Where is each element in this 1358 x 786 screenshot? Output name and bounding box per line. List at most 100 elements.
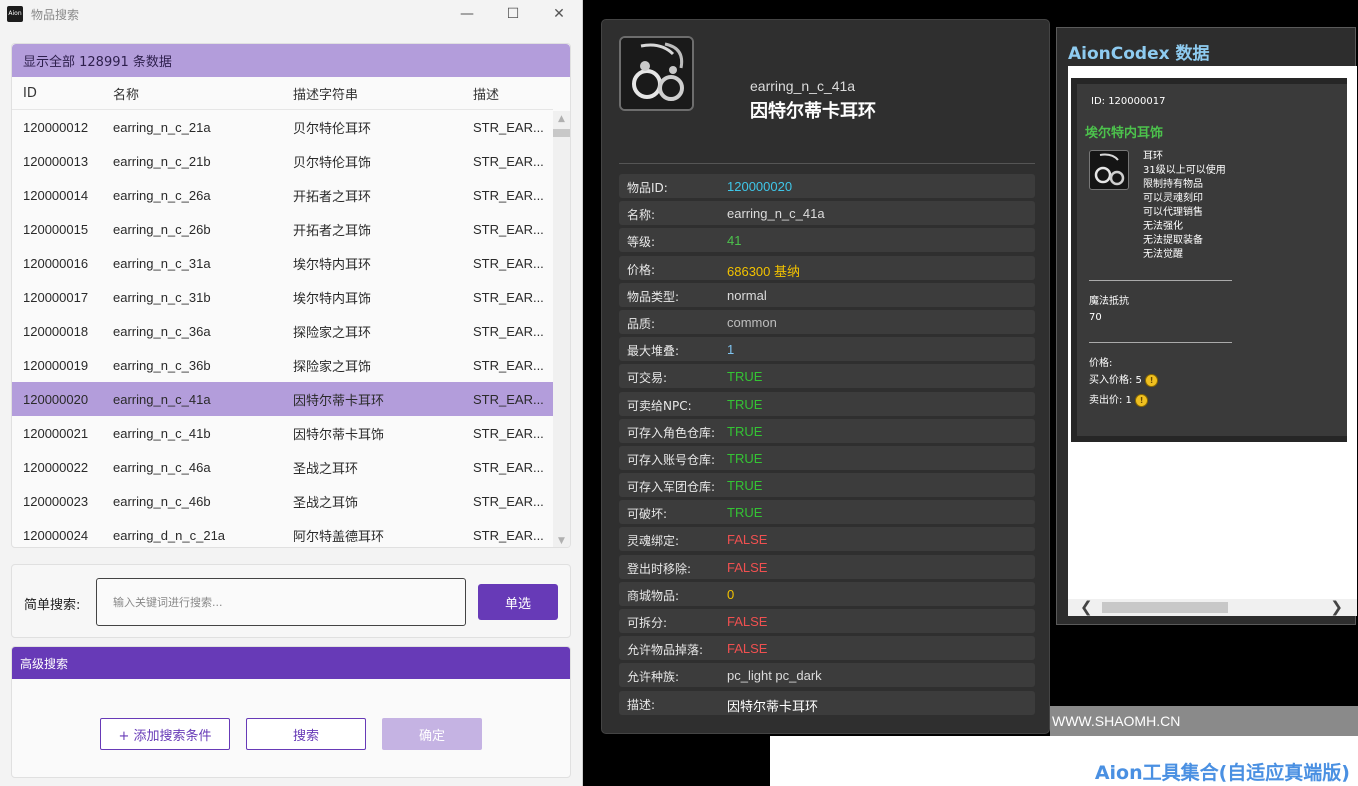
property-key: 等级: [627,235,656,250]
property-value: 41 [727,233,742,249]
scrollbar-thumb[interactable] [553,129,570,137]
tooltip-line: 可以代理销售 [1143,207,1203,218]
tooltip-line: 无法提取装备 [1143,235,1203,246]
scrollbar-thumb[interactable] [1102,602,1228,613]
property-row: 价格: 686300 基纳 [619,255,1035,280]
tooltip-divider [1089,280,1232,281]
watermark-site: WWW.SHAOMH.CN [1050,706,1358,736]
property-value: TRUE [727,423,763,439]
property-key: 描述: [627,697,656,712]
property-value: TRUE [727,396,763,412]
cell-desc: STR_EAR... [473,391,544,407]
tooltip-price-label: 价格: [1089,358,1113,369]
table-row[interactable]: 120000023 earring_n_c_46b 圣战之耳饰 STR_EAR... [12,484,553,518]
confirm-button[interactable]: 确定 [382,718,482,750]
tooltip-line: 可以灵魂刻印 [1143,193,1203,204]
property-value: 0 [727,586,735,602]
cell-id: 120000014 [23,187,89,203]
table-row[interactable]: 120000014 earring_n_c_26a 开拓者之耳环 STR_EAR... [12,178,553,212]
cell-id: 120000022 [23,459,89,475]
close-icon[interactable]: ✕ [536,0,582,28]
table-row[interactable]: 120000015 earring_n_c_26b 开拓者之耳饰 STR_EAR... [12,212,553,246]
table-row[interactable]: 120000017 earring_n_c_31b 埃尔特内耳饰 STR_EAR... [12,280,553,314]
property-row: 等级: 41 [619,228,1035,253]
scroll-down-icon[interactable]: ▼ [553,533,570,547]
property-list: 物品ID: 120000020 名称: earring_n_c_41a 等级: 41 价格:… [619,174,1035,718]
advanced-search-header[interactable]: 高级搜索 [12,647,570,679]
cell-id: 120000017 [23,289,89,305]
search-input[interactable]: 输入关键词进行搜索... [96,578,466,626]
table-row[interactable]: 120000024 earring_d_n_c_21a 阿尔特盖德耳环 STR_EAR… [12,518,553,547]
tooltip-stat-value: 70 [1089,312,1102,323]
simple-search-label: 简单搜索: [24,598,81,613]
property-row: 登出时移除: FALSE [619,554,1035,579]
property-key: 物品ID: [627,181,668,195]
table-row[interactable]: 120000016 earring_n_c_31a 埃尔特内耳环 STR_EAR... [12,246,553,280]
table-row[interactable]: 120000020 earring_n_c_41a 因特尔蒂卡耳环 STR_EAR..… [12,382,553,416]
scroll-right-icon[interactable]: ❯ [1330,598,1343,616]
cell-desc-string: 开拓者之耳饰 [293,222,372,238]
property-key: 可交易: [627,371,668,386]
cell-desc-string: 圣战之耳环 [293,460,359,476]
results-panel: 显示全部 128991 条数据 ID 名称 描述字符串 描述 120000012… [11,43,571,548]
codex-webview[interactable]: ID: 120000017 埃尔特内耳饰 耳环 31级以上可以使用 限制持有物品 可以… [1068,66,1357,616]
column-header-name[interactable]: 名称 [113,84,139,103]
cell-desc-string: 探险家之耳环 [293,324,372,340]
cell-desc-string: 开拓者之耳环 [293,188,372,204]
search-button[interactable]: 搜索 [246,718,366,750]
property-value: FALSE [727,641,768,657]
property-value: 因特尔蒂卡耳环 [727,698,819,714]
table-row[interactable]: 120000013 earring_n_c_21b 贝尔特伦耳饰 STR_EAR... [12,144,553,178]
cell-desc: STR_EAR... [473,289,544,305]
cell-desc-string: 因特尔蒂卡耳环 [293,392,385,408]
property-key: 最大堆叠: [627,344,680,359]
column-header-desc-string[interactable]: 描述字符串 [293,84,358,103]
table-row[interactable]: 120000021 earring_n_c_41b 因特尔蒂卡耳饰 STR_EAR..… [12,416,553,450]
item-tooltip: ID: 120000017 埃尔特内耳饰 耳环 31级以上可以使用 限制持有物品 可以… [1071,78,1347,442]
add-condition-button[interactable]: + 添加搜索条件 [100,718,230,750]
column-header-id[interactable]: ID [23,86,37,101]
property-key: 名称: [627,208,656,223]
property-row: 可破坏: TRUE [619,500,1035,525]
coin-icon: ! [1145,373,1159,387]
table-row[interactable]: 120000018 earring_n_c_36a 探险家之耳环 STR_EAR... [12,314,553,348]
cell-desc: STR_EAR... [473,493,544,509]
cell-id: 120000015 [23,221,89,237]
cell-desc-string: 圣战之耳饰 [293,494,359,510]
scroll-left-icon[interactable]: ❮ [1080,598,1093,616]
cell-desc-string: 埃尔特内耳环 [293,256,372,272]
tooltip-item-name: 埃尔特内耳饰 [1085,126,1164,141]
scroll-up-icon[interactable]: ▲ [553,111,570,127]
results-count-banner: 显示全部 128991 条数据 [12,44,570,77]
cell-name: earring_n_c_46a [113,459,211,475]
cell-desc-string: 阿尔特盖德耳环 [293,528,385,544]
table-row[interactable]: 120000022 earring_n_c_46a 圣战之耳环 STR_EAR... [12,450,553,484]
property-row: 可交易: TRUE [619,364,1035,389]
tooltip-divider [1089,342,1232,343]
minimize-icon[interactable]: — [444,0,490,28]
table-row[interactable]: 120000012 earring_n_c_21a 贝尔特伦耳环 STR_EAR... [12,110,553,144]
horizontal-scrollbar[interactable]: ❮ ❯ [1068,598,1357,616]
property-key: 商城物品: [627,588,680,603]
property-value: FALSE [727,559,768,575]
table-row[interactable]: 120000019 earring_n_c_36b 探险家之耳饰 STR_EAR... [12,348,553,382]
maximize-icon[interactable]: ☐ [490,0,536,28]
cell-desc: STR_EAR... [473,425,544,441]
buy-price-text: 买入价格: 5 [1089,375,1142,386]
property-value: TRUE [727,505,763,521]
table-body: 120000012 earring_n_c_21a 贝尔特伦耳环 STR_EAR...… [12,110,570,547]
sell-price-text: 卖出价: 1 [1089,395,1132,406]
tooltip-attributes: 耳环 31级以上可以使用 限制持有物品 可以灵魂刻印 可以代理销售 无法强化 无法提取装备无… [1143,150,1226,262]
cell-id: 120000016 [23,255,89,271]
property-value: pc_light pc_dark [727,668,822,684]
property-row: 可卖给NPC: TRUE [619,391,1035,416]
cell-id: 120000023 [23,493,89,509]
property-value: common [727,314,777,330]
property-row: 商城物品: 0 [619,581,1035,606]
single-select-button[interactable]: 单选 [478,584,558,620]
column-header-desc[interactable]: 描述 [473,84,499,103]
tooltip-line: 31级以上可以使用 [1143,165,1226,176]
vertical-scrollbar[interactable]: ▲ ▼ [553,111,570,547]
property-value: FALSE [727,614,768,629]
property-row: 可拆分: FALSE [619,609,1035,633]
